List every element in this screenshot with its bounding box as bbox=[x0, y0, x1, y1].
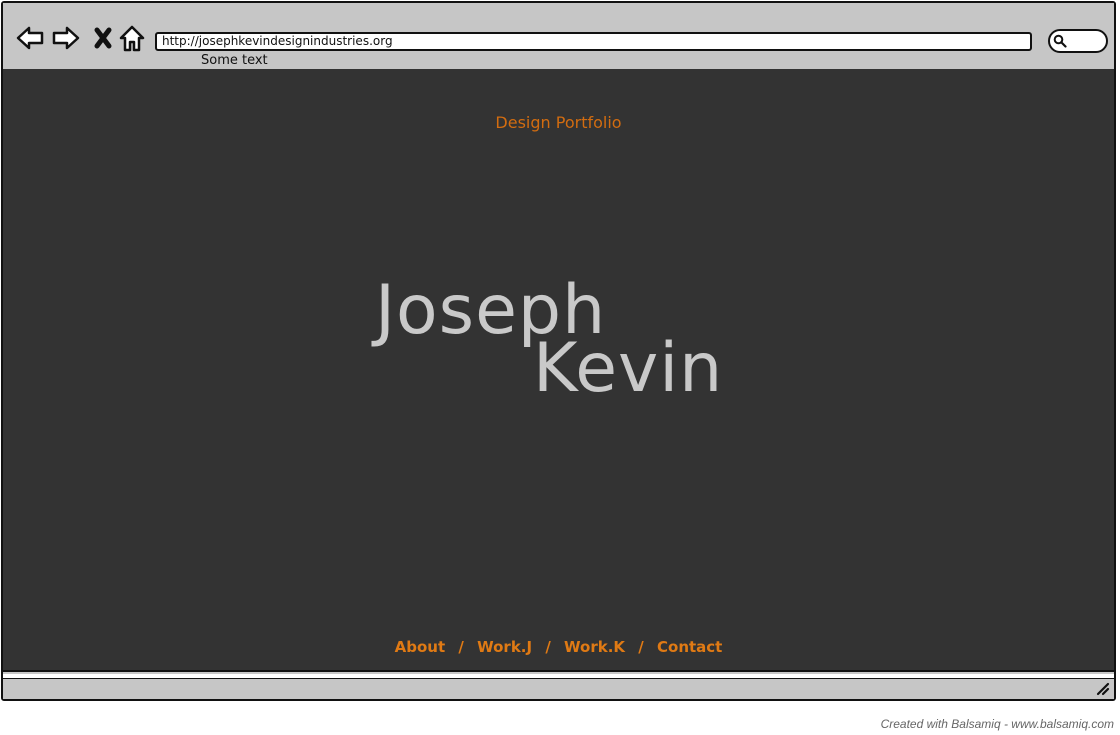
status-bar-highlight bbox=[3, 674, 1114, 679]
nav-separator: / bbox=[638, 638, 644, 656]
nav-link-contact[interactable]: Contact bbox=[657, 638, 722, 656]
resize-grip-icon[interactable] bbox=[1094, 680, 1110, 696]
close-icon[interactable] bbox=[89, 23, 119, 53]
browser-window: http://josephkevindesignindustries.org S… bbox=[1, 1, 1116, 701]
nav-separator: / bbox=[545, 638, 551, 656]
main-nav: About / Work.J / Work.K / Contact bbox=[3, 638, 1114, 656]
search-icon bbox=[1053, 34, 1067, 48]
nav-link-work-k[interactable]: Work.K bbox=[564, 638, 625, 656]
url-input[interactable]: http://josephkevindesignindustries.org bbox=[155, 32, 1032, 51]
page-title: Design Portfolio bbox=[495, 113, 622, 132]
back-arrow-icon[interactable] bbox=[15, 23, 45, 53]
forward-arrow-icon[interactable] bbox=[51, 23, 81, 53]
nav-link-about[interactable]: About bbox=[395, 638, 446, 656]
nav-link-work-j[interactable]: Work.J bbox=[477, 638, 532, 656]
name-last: Kevin bbox=[533, 329, 724, 408]
search-field[interactable] bbox=[1048, 29, 1108, 53]
browser-toolbar: http://josephkevindesignindustries.org S… bbox=[3, 3, 1114, 71]
home-icon[interactable] bbox=[117, 23, 147, 53]
toolbar-sub-text: Some text bbox=[201, 53, 268, 68]
nav-separator: / bbox=[458, 638, 464, 656]
page-content: Design Portfolio Joseph Kevin About / Wo… bbox=[3, 69, 1114, 673]
status-bar bbox=[3, 670, 1114, 699]
balsamiq-credit: Created with Balsamiq - www.balsamiq.com bbox=[880, 717, 1114, 731]
